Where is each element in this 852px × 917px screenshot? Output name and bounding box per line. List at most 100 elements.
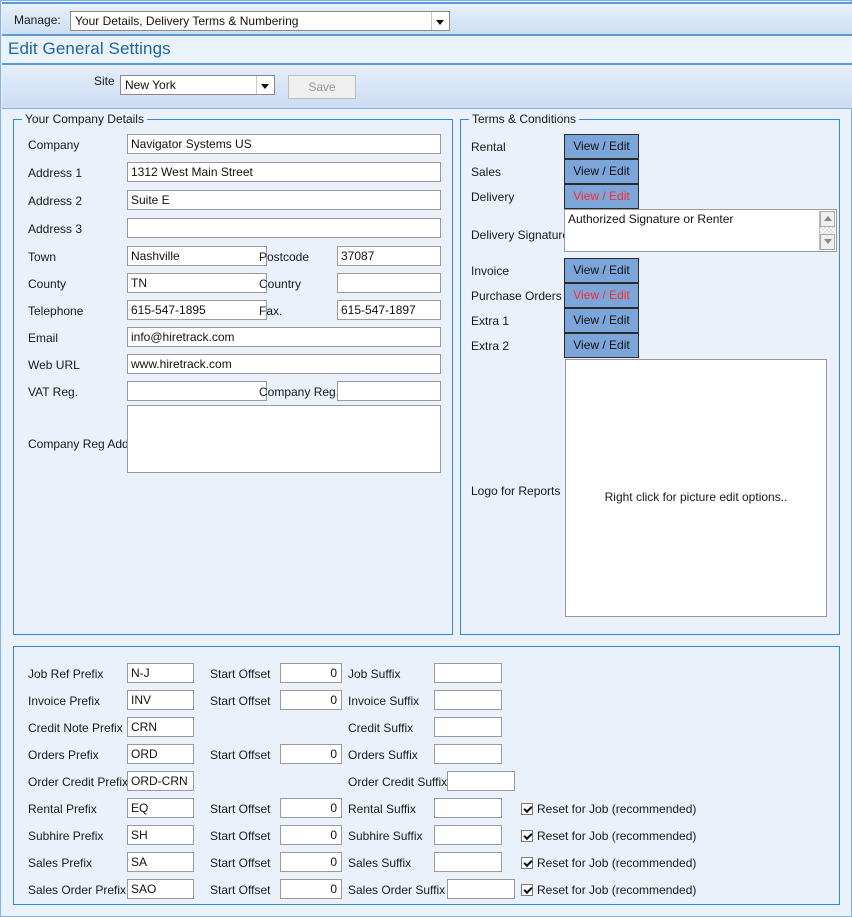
subhire-suffix-label: Subhire Suffix <box>348 829 423 843</box>
credit-suffix-input[interactable] <box>434 717 502 737</box>
purchase-orders-view-edit-button[interactable]: View / Edit <box>564 283 639 308</box>
sales-suffix-input[interactable] <box>434 852 502 872</box>
invoice-view-edit-button[interactable]: View / Edit <box>564 258 639 283</box>
scroll-up-arrow-icon[interactable] <box>820 211 835 227</box>
sales-view-edit-button[interactable]: View / Edit <box>564 159 639 184</box>
subhire-suffix-input[interactable] <box>434 825 502 845</box>
chevron-down-icon[interactable] <box>256 76 274 94</box>
email-label: Email <box>28 331 58 345</box>
company-reg-addr-textarea[interactable] <box>127 405 441 473</box>
company-input[interactable]: Navigator Systems US <box>127 134 441 154</box>
job-ref-start-offset-input[interactable]: 0 <box>280 663 342 683</box>
terms-conditions-group: Terms & Conditions Rental View / Edit Sa… <box>460 119 840 635</box>
checkbox-checked-icon[interactable] <box>521 830 533 842</box>
numbering-group: Job Ref Prefix N-J Start Offset 0 Job Su… <box>13 646 840 905</box>
job-ref-prefix-value: N-J <box>131 666 150 680</box>
sales-order-reset-for-job-checkbox-row[interactable]: Reset for Job (recommended) <box>521 883 696 897</box>
logo-for-reports-label: Logo for Reports <box>471 484 560 498</box>
sales-prefix-input[interactable]: SA <box>127 852 194 872</box>
rental-suffix-input[interactable] <box>434 798 502 818</box>
subhire-reset-for-job-checkbox-row[interactable]: Reset for Job (recommended) <box>521 829 696 843</box>
sales-start-offset-input[interactable]: 0 <box>280 852 342 872</box>
site-dropdown-value: New York <box>125 78 176 92</box>
country-input[interactable] <box>337 273 441 293</box>
company-details-title: Your Company Details <box>22 112 147 126</box>
rental-prefix-label: Rental Prefix <box>28 802 97 816</box>
telephone-input[interactable]: 615-547-1895 <box>127 300 267 320</box>
address1-input-value: 1312 West Main Street <box>131 165 253 179</box>
chevron-down-icon[interactable] <box>431 12 449 30</box>
page-title: Edit General Settings <box>8 39 171 59</box>
county-label: County <box>28 277 66 291</box>
invoice-prefix-value: INV <box>131 693 151 707</box>
orders-prefix-label: Orders Prefix <box>28 748 99 762</box>
job-ref-start-offset-label: Start Offset <box>210 667 270 681</box>
delivery-signature-textarea[interactable]: Authorized Signature or Renter <box>564 209 837 252</box>
invoice-start-offset-value: 0 <box>330 693 337 707</box>
invoice-label: Invoice <box>471 264 509 278</box>
sales-reset-for-job-label: Reset for Job (recommended) <box>537 856 696 870</box>
subhire-start-offset-input[interactable]: 0 <box>280 825 342 845</box>
order-credit-suffix-input[interactable] <box>447 771 515 791</box>
terms-conditions-title: Terms & Conditions <box>469 112 579 126</box>
fax-input[interactable]: 615-547-1897 <box>337 300 441 320</box>
scroll-down-arrow-icon[interactable] <box>820 234 835 250</box>
fax-label: Fax. <box>259 304 282 318</box>
orders-prefix-input[interactable]: ORD <box>127 744 194 764</box>
job-suffix-input[interactable] <box>434 663 502 683</box>
email-input[interactable]: info@hiretrack.com <box>127 327 441 347</box>
invoice-start-offset-input[interactable]: 0 <box>280 690 342 710</box>
invoice-suffix-input[interactable] <box>434 690 502 710</box>
sales-reset-for-job-checkbox-row[interactable]: Reset for Job (recommended) <box>521 856 696 870</box>
town-input[interactable]: Nashville <box>127 246 267 266</box>
job-suffix-label: Job Suffix <box>348 667 400 681</box>
sales-order-start-offset-input[interactable]: 0 <box>280 879 342 899</box>
order-credit-prefix-value: ORD-CRN <box>131 774 188 788</box>
extra1-label: Extra 1 <box>471 314 509 328</box>
manage-dropdown[interactable]: Your Details, Delivery Terms & Numbering <box>70 11 450 31</box>
sales-suffix-label: Sales Suffix <box>348 856 411 870</box>
sales-order-prefix-input[interactable]: SAO <box>127 879 194 899</box>
extra2-view-edit-button[interactable]: View / Edit <box>564 333 639 358</box>
telephone-input-value: 615-547-1895 <box>131 303 206 317</box>
subhire-reset-for-job-label: Reset for Job (recommended) <box>537 829 696 843</box>
job-ref-prefix-input[interactable]: N-J <box>127 663 194 683</box>
logo-picture-box[interactable]: Right click for picture edit options.. <box>565 359 827 617</box>
extra1-view-edit-button[interactable]: View / Edit <box>564 308 639 333</box>
orders-suffix-input[interactable] <box>434 744 502 764</box>
postcode-input[interactable]: 37087 <box>337 246 441 266</box>
job-ref-prefix-label: Job Ref Prefix <box>28 667 103 681</box>
sales-order-suffix-label: Sales Order Suffix <box>348 883 445 897</box>
address1-input[interactable]: 1312 West Main Street <box>127 162 441 182</box>
sales-order-suffix-input[interactable] <box>447 879 515 899</box>
delivery-view-edit-button[interactable]: View / Edit <box>564 184 639 209</box>
vatreg-input[interactable] <box>127 381 267 401</box>
subhire-prefix-input[interactable]: SH <box>127 825 194 845</box>
subhire-start-offset-value: 0 <box>330 828 337 842</box>
site-dropdown[interactable]: New York <box>120 75 275 95</box>
rental-view-edit-button[interactable]: View / Edit <box>564 134 639 159</box>
rental-prefix-value: EQ <box>131 801 148 815</box>
address1-label: Address 1 <box>28 166 82 180</box>
companyreg-input[interactable] <box>337 381 441 401</box>
address2-input[interactable]: Suite E <box>127 190 441 210</box>
save-button[interactable]: Save <box>288 75 356 99</box>
rental-reset-for-job-checkbox-row[interactable]: Reset for Job (recommended) <box>521 802 696 816</box>
credit-note-prefix-input[interactable]: CRN <box>127 717 194 737</box>
checkbox-checked-icon[interactable] <box>521 803 533 815</box>
delivery-signature-scrollbar[interactable] <box>819 211 835 250</box>
address3-label: Address 3 <box>28 222 82 236</box>
invoice-prefix-input[interactable]: INV <box>127 690 194 710</box>
order-credit-prefix-input[interactable]: ORD-CRN <box>127 771 194 791</box>
checkbox-checked-icon[interactable] <box>521 857 533 869</box>
county-input[interactable]: TN <box>127 273 267 293</box>
weburl-input[interactable]: www.hiretrack.com <box>127 354 441 374</box>
company-input-value: Navigator Systems US <box>131 137 252 151</box>
checkbox-checked-icon[interactable] <box>521 884 533 896</box>
sales-label: Sales <box>471 165 501 179</box>
weburl-input-value: www.hiretrack.com <box>131 357 232 371</box>
rental-prefix-input[interactable]: EQ <box>127 798 194 818</box>
address3-input[interactable] <box>127 218 441 238</box>
orders-start-offset-input[interactable]: 0 <box>280 744 342 764</box>
rental-start-offset-input[interactable]: 0 <box>280 798 342 818</box>
